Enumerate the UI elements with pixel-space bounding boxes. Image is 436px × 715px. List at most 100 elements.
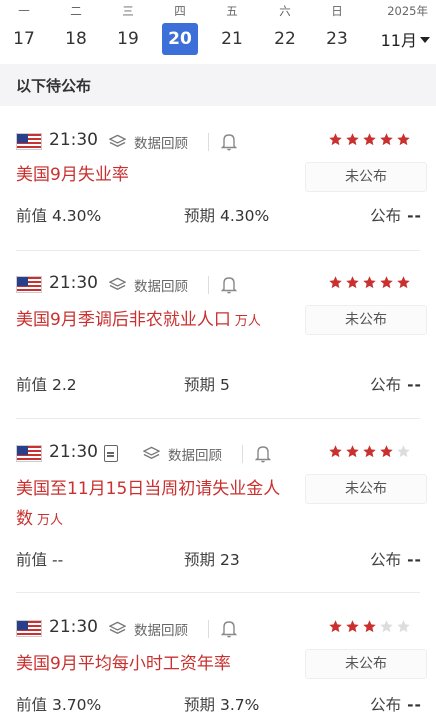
bell-icon[interactable]	[221, 132, 237, 151]
star-filled-icon	[363, 445, 376, 458]
star-filled-icon	[363, 276, 376, 289]
month-selector[interactable]: 11月	[381, 27, 430, 51]
forecast-value: 预期 3.7%	[184, 693, 259, 715]
importance-stars	[328, 619, 411, 634]
star-filled-icon	[329, 276, 342, 289]
star-filled-icon	[329, 133, 342, 146]
weekday-label: 一	[18, 4, 30, 18]
data-history-link[interactable]: 数据回顾	[134, 132, 188, 152]
event-title[interactable]: 美国9月失业率	[16, 160, 296, 190]
star-filled-icon	[363, 620, 376, 633]
star-filled-icon	[397, 276, 410, 289]
year-label: 2025年	[387, 4, 428, 18]
importance-stars	[328, 275, 411, 290]
weekday-label: 二	[70, 4, 82, 18]
layers-icon	[109, 134, 126, 147]
publish-label: 公布	[370, 696, 402, 714]
weekday-label: 三	[122, 4, 134, 18]
previous-label: 前值	[16, 551, 48, 569]
publish-number: --	[407, 696, 422, 714]
previous-number: 4.30%	[52, 207, 102, 225]
layers-icon	[143, 446, 160, 459]
star-filled-icon	[346, 276, 359, 289]
previous-label: 前值	[16, 696, 48, 714]
data-history-link[interactable]: 数据回顾	[134, 275, 188, 295]
weekday-label: 四	[174, 4, 186, 18]
event-time: 21:30	[49, 442, 98, 462]
status-badge: 未公布	[305, 162, 427, 192]
divider	[242, 445, 243, 463]
bell-icon[interactable]	[221, 275, 237, 294]
event-title[interactable]: 美国9月平均每小时工资年率	[16, 649, 306, 679]
event-title-text: 美国9月失业率	[16, 165, 129, 185]
forecast-value: 预期 4.30%	[184, 204, 269, 226]
star-filled-icon	[380, 445, 393, 458]
divider	[208, 620, 209, 638]
publish-label: 公布	[370, 207, 402, 225]
calendar-page: 一 17 二 18 三 19 四 20 五 21 六 22 日 23 2025年…	[0, 0, 436, 715]
forecast-label: 预期	[184, 376, 216, 394]
star-filled-icon	[380, 276, 393, 289]
day-number: 22	[274, 29, 296, 49]
publish-label: 公布	[370, 551, 402, 569]
previous-label: 前值	[16, 207, 48, 225]
data-history-link[interactable]: 数据回顾	[134, 619, 188, 639]
weekday-label: 日	[331, 4, 343, 18]
forecast-number: 5	[220, 376, 230, 394]
caret-down-icon	[420, 37, 430, 43]
forecast-number: 23	[220, 551, 240, 569]
star-filled-icon	[329, 445, 342, 458]
publish-number: --	[407, 376, 422, 394]
event-meta-row: 21:30 数据回顾	[0, 617, 436, 643]
data-history-link[interactable]: 数据回顾	[168, 444, 222, 464]
month-label: 11月	[380, 31, 417, 50]
publish-value: 公布 --	[370, 204, 422, 226]
event-unit: 万人	[234, 314, 261, 329]
star-filled-icon	[397, 133, 410, 146]
star-empty-icon	[380, 620, 393, 633]
forecast-number: 4.30%	[220, 207, 270, 225]
day-number: 23	[326, 29, 348, 49]
publish-value: 公布 --	[370, 548, 422, 570]
divider	[208, 276, 209, 294]
bell-icon[interactable]	[255, 444, 271, 463]
star-empty-icon	[397, 445, 410, 458]
star-filled-icon	[346, 133, 359, 146]
star-empty-icon	[397, 620, 410, 633]
publish-value: 公布 --	[370, 693, 422, 715]
divider	[208, 133, 209, 151]
event-title[interactable]: 美国9月季调后非农就业人口 万人	[16, 305, 306, 337]
previous-number: 3.70%	[52, 696, 102, 714]
day-number: 17	[13, 29, 35, 49]
previous-value: 前值 4.30%	[16, 204, 101, 226]
status-badge: 未公布	[305, 305, 427, 335]
importance-stars	[328, 444, 411, 459]
forecast-value: 预期 5	[184, 373, 230, 395]
event-unit: 万人	[37, 513, 64, 528]
layers-icon	[109, 277, 126, 290]
forecast-label: 预期	[184, 207, 216, 225]
status-badge: 未公布	[305, 474, 427, 504]
star-filled-icon	[346, 445, 359, 458]
divider	[16, 418, 420, 419]
event-title[interactable]: 美国至11月15日当周初请失业金人数 万人	[16, 474, 286, 536]
day-number: 21	[221, 29, 243, 49]
status-badge: 未公布	[305, 649, 427, 679]
day-number-selected: 20	[162, 23, 198, 55]
forecast-number: 3.7%	[220, 696, 260, 714]
forecast-label: 预期	[184, 551, 216, 569]
section-title: 以下待公布	[16, 77, 92, 95]
weekday-label: 六	[279, 4, 291, 18]
previous-label: 前值	[16, 376, 48, 394]
publish-number: --	[407, 551, 422, 569]
star-filled-icon	[363, 133, 376, 146]
layers-icon	[109, 621, 126, 634]
event-time: 21:30	[49, 273, 98, 293]
event-title-text: 美国9月季调后非农就业人口	[16, 310, 231, 330]
previous-value: 前值 2.2	[16, 373, 77, 395]
document-icon[interactable]	[104, 445, 118, 462]
date-strip: 一 17 二 18 三 19 四 20 五 21 六 22 日 23 2025年…	[0, 0, 436, 60]
us-flag-icon	[16, 133, 42, 150]
bell-icon[interactable]	[221, 619, 237, 638]
star-filled-icon	[346, 620, 359, 633]
